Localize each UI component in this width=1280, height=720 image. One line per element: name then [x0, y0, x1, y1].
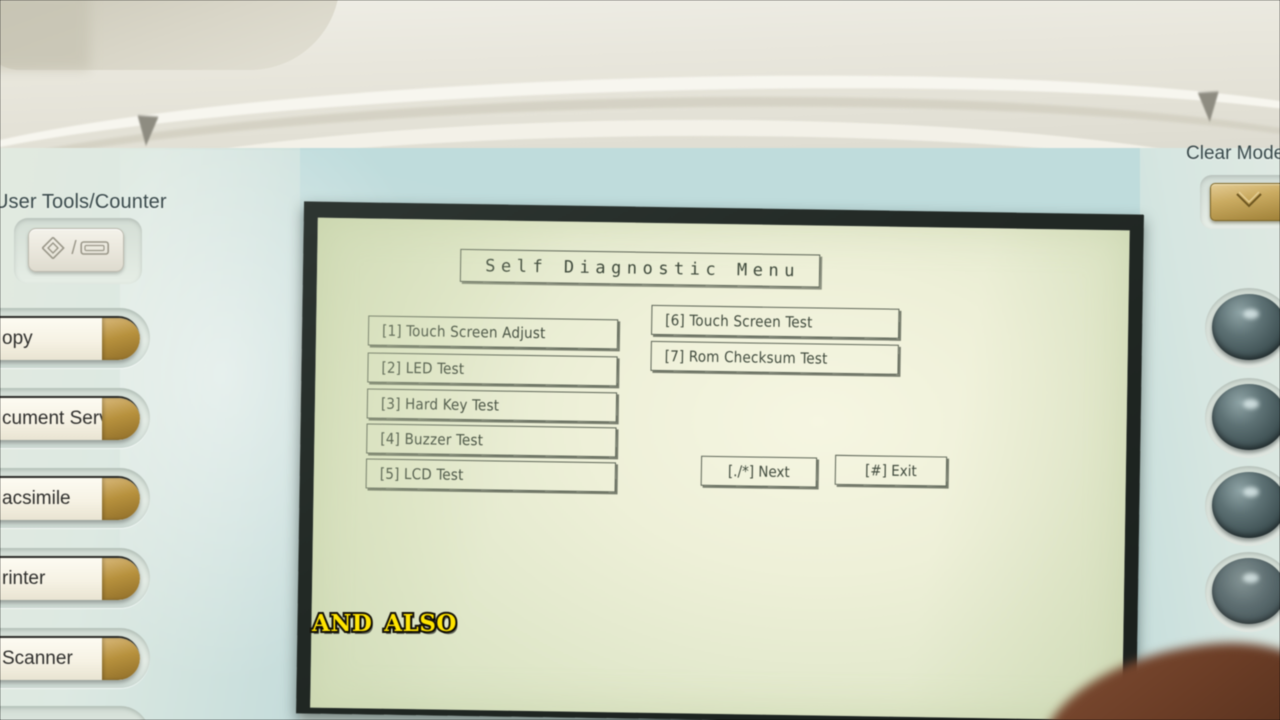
body-notch-right	[1197, 91, 1221, 123]
menu-item-touch-screen-test[interactable]: [6] Touch Screen Test	[651, 304, 900, 339]
menu-item-lcd-test[interactable]: [5] LCD Test	[365, 458, 617, 493]
body-notch-left	[135, 115, 159, 147]
menu-item-hard-key-test[interactable]: [3] Hard Key Test	[366, 388, 618, 423]
screenshot-root: User Tools/Counter / opy cument Server a…	[0, 0, 1280, 720]
program-button[interactable]	[1212, 472, 1280, 538]
function-button-copy[interactable]: opy	[0, 316, 140, 360]
function-button-facsimile[interactable]: acsimile	[0, 476, 140, 520]
menu-item-buzzer-test[interactable]: [4] Buzzer Test	[366, 423, 617, 458]
user-tools-counter-button[interactable]: /	[28, 228, 124, 272]
clear-mode-label: Clear Mode	[1186, 143, 1280, 164]
function-button-label: Scanner	[2, 648, 73, 669]
function-button-label: acsimile	[2, 488, 71, 509]
function-button-label: opy	[2, 328, 33, 349]
exit-button[interactable]: [#] Exit	[834, 454, 948, 487]
lcd-bezel: Self Diagnostic Menu [1] Touch Screen Ad…	[296, 201, 1144, 720]
body-corner-shadow-soft	[0, 0, 90, 70]
counter-display-icon	[80, 238, 110, 263]
lcd-touch-screen[interactable]: Self Diagnostic Menu [1] Touch Screen Ad…	[310, 217, 1130, 720]
function-button-label: rinter	[2, 568, 46, 589]
clear-stop-button[interactable]	[1212, 558, 1280, 624]
function-button-scanner[interactable]: Scanner	[0, 636, 140, 680]
menu-item-touch-screen-adjust[interactable]: [1] Touch Screen Adjust	[367, 315, 619, 350]
counter-diamond-icon	[41, 235, 68, 264]
function-button-printer[interactable]: rinter	[0, 556, 140, 600]
clear-mode-button[interactable]	[1210, 183, 1280, 221]
next-button[interactable]: [./*] Next	[700, 455, 818, 488]
energy-saver-button[interactable]	[1212, 384, 1280, 450]
menu-item-led-test[interactable]: [2] LED Test	[367, 352, 618, 387]
function-slot-partial	[0, 706, 150, 720]
menu-item-rom-checksum-test[interactable]: [7] Rom Checksum Test	[650, 340, 899, 375]
lcd-title-self-diagnostic-menu: Self Diagnostic Menu	[459, 248, 821, 288]
slash-separator: /	[71, 237, 77, 259]
video-caption: and also	[310, 598, 458, 641]
user-tools-counter-label: User Tools/Counter	[0, 191, 167, 213]
clear-mode-icon	[1232, 189, 1266, 216]
function-button-document-server[interactable]: cument Server	[0, 396, 140, 440]
interrupt-button[interactable]	[1212, 294, 1280, 360]
